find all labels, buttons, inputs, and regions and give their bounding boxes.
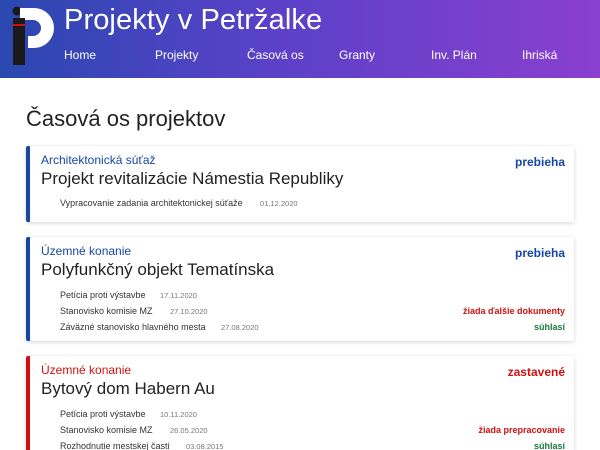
event-row: Stanovisko komisie MZ 26.05.2020 žiada p… <box>60 423 565 439</box>
event-name: Záväzné stanovisko hlavného mesta <box>60 322 206 332</box>
site-header: Projekty v Petržalke Home Projekty Časov… <box>0 0 600 78</box>
project-card[interactable]: Územné konanie zastavené Bytový dom Habe… <box>26 356 574 450</box>
event-list: Vypracovanie zadania architektonickej sú… <box>60 196 565 212</box>
nav-item-granty[interactable]: Granty <box>339 48 375 62</box>
nav-item-projekty[interactable]: Projekty <box>155 48 198 62</box>
event-outcome: žiada ďalšie dokumenty <box>462 306 565 316</box>
project-status-badge: prebieha <box>514 246 565 260</box>
event-row: Záväzné stanovisko hlavného mesta 27.08.… <box>60 320 565 336</box>
event-date: 27.08.2020 <box>221 323 259 332</box>
project-status-badge: prebieha <box>514 155 565 169</box>
event-date: 17.11.2020 <box>160 291 197 300</box>
event-row: Vypracovanie zadania architektonickej sú… <box>60 196 565 212</box>
site-logo[interactable] <box>0 0 56 78</box>
event-date: 01.12.2020 <box>260 199 298 208</box>
project-title[interactable]: Polyfunkčný objekt Tematínska <box>41 260 274 280</box>
page-title: Časová os projektov <box>26 106 226 131</box>
event-list: Petícia proti výstavbe 10.11.2020 Stanov… <box>60 407 565 450</box>
site-title[interactable]: Projekty v Petržalke <box>64 4 322 37</box>
main-content: Časová os projektov Architektonická súťa… <box>0 78 600 450</box>
event-outcome: súhlasí <box>533 441 565 450</box>
nav-item-casova-os[interactable]: Časová os <box>247 48 304 62</box>
project-type: Územné konanie <box>41 244 132 258</box>
event-date: 10.11.2020 <box>160 410 197 419</box>
event-row: Rozhodnutie mestskej časti 03.08.2015 sú… <box>60 439 565 450</box>
project-card[interactable]: Územné konanie prebieha Polyfunkčný obje… <box>26 237 574 341</box>
project-card[interactable]: Architektonická súťaž prebieha Projekt r… <box>26 146 574 222</box>
project-title[interactable]: Projekt revitalizácie Námestia Republiky <box>41 169 343 189</box>
event-outcome: žiada prepracovanie <box>478 425 565 435</box>
project-title[interactable]: Bytový dom Habern Au <box>41 379 215 399</box>
event-name: Rozhodnutie mestskej časti <box>60 441 170 450</box>
event-date: 27.10.2020 <box>170 307 208 316</box>
event-date: 26.05.2020 <box>170 426 208 435</box>
event-name: Petícia proti výstavbe <box>60 290 146 300</box>
event-name: Petícia proti výstavbe <box>60 409 146 419</box>
main-nav: Home Projekty Časová os Granty Inv. Plán… <box>0 48 600 66</box>
project-status-badge: zastavené <box>507 365 565 379</box>
event-name: Stanovisko komisie MZ <box>60 425 153 435</box>
event-name: Vypracovanie zadania architektonickej sú… <box>60 198 243 208</box>
event-row: Stanovisko komisie MZ 27.10.2020 žiada ď… <box>60 304 565 320</box>
nav-item-home[interactable]: Home <box>64 48 96 62</box>
event-date: 03.08.2015 <box>186 442 224 450</box>
event-row: Petícia proti výstavbe 17.11.2020 <box>60 288 565 304</box>
nav-item-inv-plan[interactable]: Inv. Plán <box>431 48 477 62</box>
nav-item-ihriska[interactable]: Ihriská <box>522 48 557 62</box>
event-outcome: súhlasí <box>533 322 565 332</box>
project-type: Územné konanie <box>41 363 132 377</box>
event-name: Stanovisko komisie MZ <box>60 306 153 316</box>
project-type: Architektonická súťaž <box>41 153 156 167</box>
event-list: Petícia proti výstavbe 17.11.2020 Stanov… <box>60 288 565 336</box>
event-row: Petícia proti výstavbe 10.11.2020 <box>60 407 565 423</box>
